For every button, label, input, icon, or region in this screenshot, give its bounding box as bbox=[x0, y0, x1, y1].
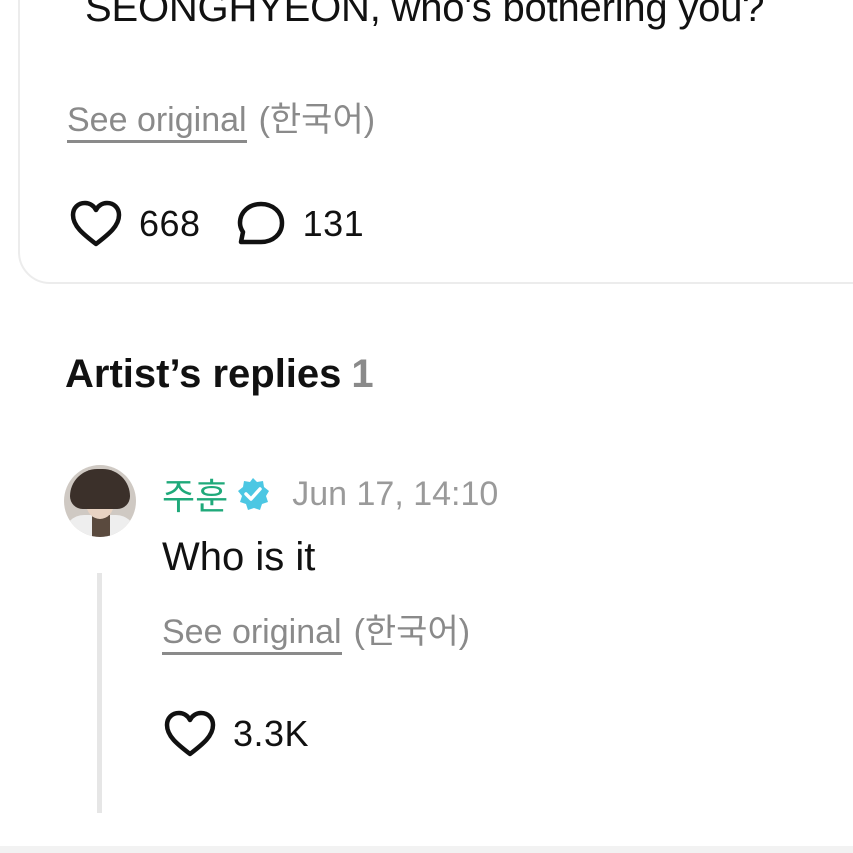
reply-like-count: 3.3K bbox=[233, 713, 310, 754]
post-comment-count: 131 bbox=[302, 203, 365, 244]
post-see-original-link[interactable]: See original bbox=[67, 100, 247, 143]
reply-action-row: 3.3K bbox=[163, 710, 309, 758]
post-text: SEONGHYEON, who's bothering you? bbox=[85, 0, 765, 30]
reply-translation-row: See original (한국어) bbox=[162, 612, 470, 655]
post-action-row: 668 131 bbox=[69, 200, 364, 248]
heart-outline-icon bbox=[164, 710, 216, 757]
reply-author-name[interactable]: 주훈 bbox=[162, 468, 228, 520]
reply-see-original-link[interactable]: See original bbox=[162, 612, 342, 655]
post-card: SEONGHYEON, who's bothering you? See ori… bbox=[18, 0, 853, 284]
post-translation-row: See original (한국어) bbox=[67, 100, 375, 143]
reply-like-button[interactable]: 3.3K bbox=[163, 710, 309, 758]
thread-line bbox=[97, 573, 102, 813]
reply-text: Who is it bbox=[162, 535, 316, 579]
reply-language-tag: (한국어) bbox=[353, 613, 471, 651]
post-like-button[interactable]: 668 bbox=[69, 200, 201, 248]
artist-replies-heading: Artist’s replies 1 bbox=[65, 352, 374, 397]
heart-outline-icon bbox=[70, 200, 122, 247]
bottom-divider bbox=[0, 846, 853, 853]
page: SEONGHYEON, who's bothering you? See ori… bbox=[0, 0, 853, 853]
verified-badge-icon bbox=[238, 478, 270, 510]
reply-author-avatar[interactable] bbox=[64, 465, 136, 537]
reply-header: 주훈 Jun 17, 14:10 bbox=[162, 468, 498, 520]
speech-bubble-icon bbox=[237, 201, 284, 245]
post-language-tag: (한국어) bbox=[258, 101, 376, 139]
artist-replies-count: 1 bbox=[351, 352, 374, 396]
reply-timestamp: Jun 17, 14:10 bbox=[292, 474, 499, 513]
post-like-count: 668 bbox=[139, 203, 201, 244]
artist-replies-title: Artist’s replies bbox=[65, 352, 342, 396]
post-comment-button[interactable]: 131 bbox=[235, 200, 365, 248]
